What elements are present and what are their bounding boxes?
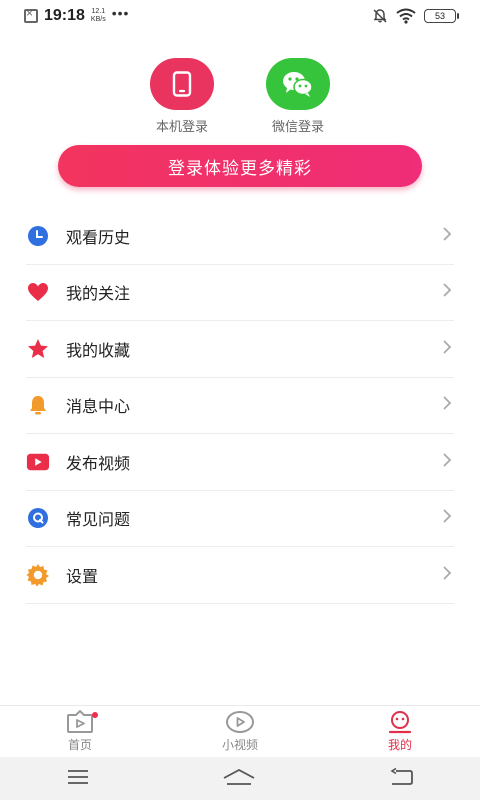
network-speed: 12.1 KB/s <box>90 8 106 23</box>
menu-label: 常见问题 <box>66 510 131 530</box>
wifi-icon <box>396 8 416 24</box>
mute-bell-icon <box>373 9 387 23</box>
menu-label: 设置 <box>66 566 99 586</box>
system-nav-bar <box>0 757 480 800</box>
menu-item-faq[interactable]: 常见问题 <box>26 491 454 547</box>
more-dots: ••• <box>111 5 130 21</box>
battery-icon: 53 <box>424 9 459 23</box>
question-icon <box>26 506 50 530</box>
home-badge-dot <box>92 712 98 718</box>
bell-icon <box>26 393 50 417</box>
menu-label: 消息中心 <box>66 397 131 417</box>
small-video-icon <box>226 711 254 733</box>
back-icon[interactable] <box>388 767 414 790</box>
status-time: 19:18 <box>44 7 85 24</box>
tab-small-video[interactable]: 小视频 <box>160 706 320 757</box>
wechat-icon <box>283 72 313 97</box>
notification-icon <box>24 6 38 23</box>
profile-icon <box>388 711 412 734</box>
menu-item-my-favorites[interactable]: 我的收藏 <box>26 321 454 378</box>
menu-item-message-center[interactable]: 消息中心 <box>26 378 454 434</box>
star-icon <box>26 337 50 361</box>
tab-home[interactable]: 首页 <box>0 706 160 757</box>
menu-item-my-follows[interactable]: 我的关注 <box>26 265 454 321</box>
wechat-login-button[interactable] <box>266 58 330 110</box>
menu-item-watch-history[interactable]: 观看历史 <box>26 208 454 265</box>
heart-icon <box>26 280 50 304</box>
status-bar: 19:18 12.1 KB/s ••• 53 <box>0 0 480 32</box>
chevron-right-icon <box>442 226 452 246</box>
chevron-right-icon <box>442 339 452 359</box>
home-video-icon <box>67 710 93 733</box>
chevron-right-icon <box>442 508 452 528</box>
menu-item-publish-video[interactable]: 发布视频 <box>26 434 454 491</box>
menu-label: 观看历史 <box>66 227 131 247</box>
phone-login-option[interactable]: 本机登录 <box>149 58 215 135</box>
wechat-login-option[interactable]: 微信登录 <box>265 58 331 135</box>
menu-icon[interactable] <box>66 769 90 789</box>
login-options: 本机登录 微信登录 <box>0 58 480 135</box>
profile-menu: 观看历史 我的关注 我的收藏 消息中心 发布视频 常见问题 设置 <box>26 208 454 604</box>
tab-mine[interactable]: 我的 <box>320 706 480 757</box>
chevron-right-icon <box>442 452 452 472</box>
bottom-tab-bar: 首页 小视频 我的 <box>0 705 480 757</box>
login-experience-button[interactable]: 登录体验更多精彩 <box>58 145 422 187</box>
phone-login-label: 本机登录 <box>155 120 208 135</box>
menu-label: 我的关注 <box>66 284 131 304</box>
chevron-right-icon <box>442 565 452 585</box>
home-icon[interactable] <box>222 768 256 790</box>
chevron-right-icon <box>442 395 452 415</box>
clock-icon <box>26 224 50 248</box>
menu-label: 发布视频 <box>66 453 131 473</box>
chevron-right-icon <box>442 282 452 302</box>
tab-label: 小视频 <box>221 738 258 752</box>
gear-icon <box>26 563 50 587</box>
video-play-icon <box>26 450 50 474</box>
menu-label: 我的收藏 <box>66 340 131 360</box>
tab-label: 我的 <box>387 738 412 752</box>
phone-icon <box>172 71 192 97</box>
tab-label: 首页 <box>67 738 92 752</box>
menu-item-settings[interactable]: 设置 <box>26 547 454 604</box>
phone-login-button[interactable] <box>150 58 214 110</box>
wechat-login-label: 微信登录 <box>271 120 324 135</box>
